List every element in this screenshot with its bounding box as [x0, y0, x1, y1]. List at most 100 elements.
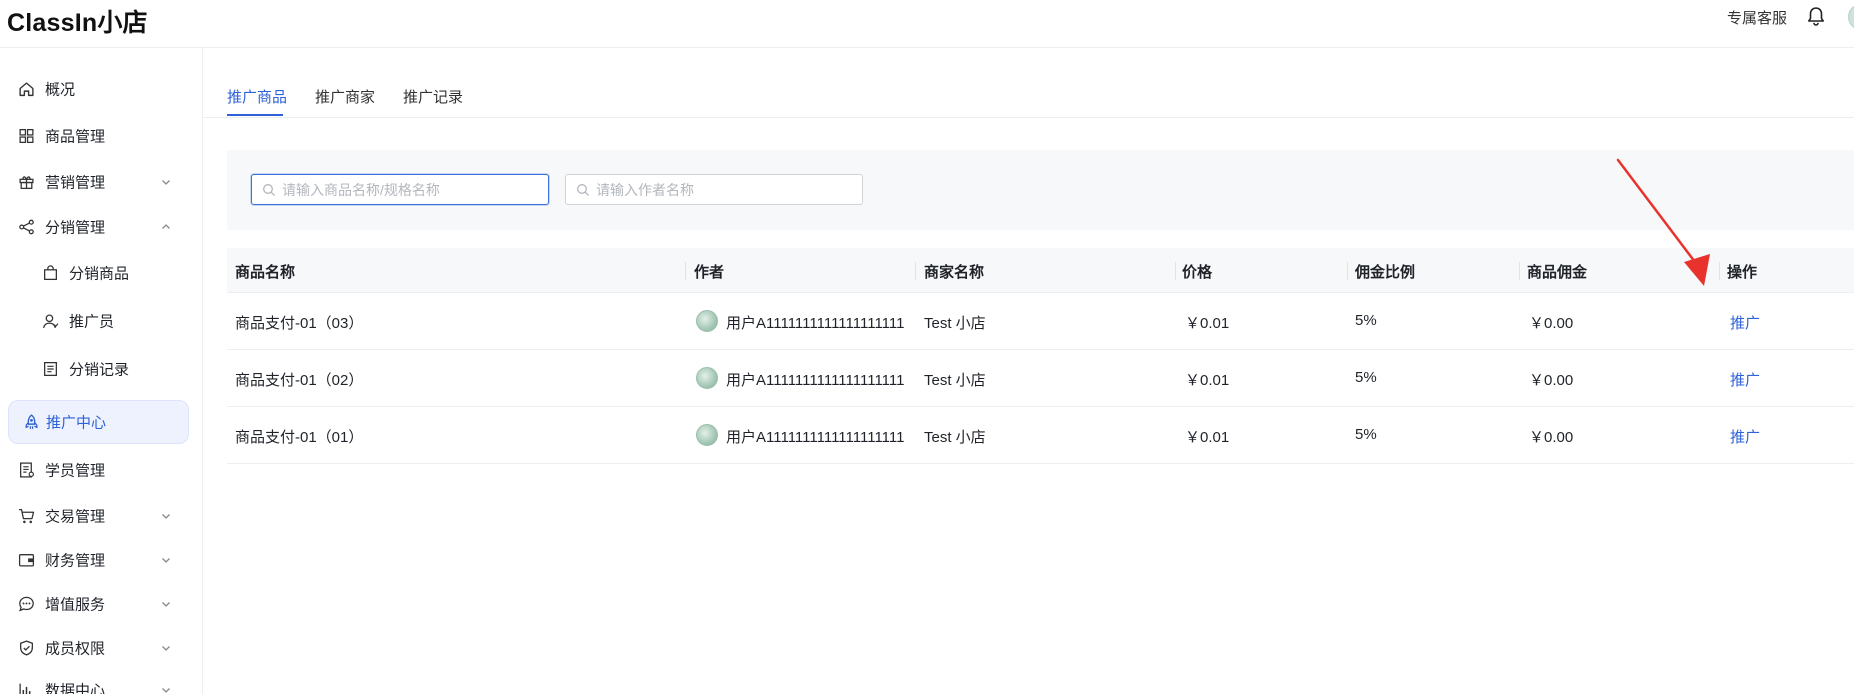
table-row: 商品支付-01（02） 用户A1111111111111111111 Test …: [227, 350, 1854, 407]
cart-icon: [19, 508, 35, 524]
top-header: ClassIn小店 专属客服: [0, 0, 1854, 48]
gift-icon: [19, 176, 34, 190]
sidebar-item-member-permissions[interactable]: 成员权限: [0, 626, 190, 670]
bag-icon: [44, 265, 57, 281]
column-divider: [1519, 262, 1520, 280]
user-icon: [42, 314, 59, 329]
product-search-input[interactable]: [282, 175, 542, 204]
merchant-cell: Test 小店: [924, 372, 986, 389]
commission-cell: ￥0.00: [1529, 315, 1574, 332]
sidebar-item-distribution-records[interactable]: 分销记录: [0, 347, 190, 391]
commission-ratio-cell: 5%: [1355, 369, 1377, 386]
column-divider: [915, 262, 916, 280]
product-name-cell: 商品支付-01（01）: [235, 429, 364, 446]
column-header-merchant: 商家名称: [924, 264, 985, 281]
sidebar-item-label: 分销管理: [45, 219, 106, 237]
sidebar-item-label: 推广员: [69, 313, 115, 331]
sidebar-item-marketing[interactable]: 营销管理: [0, 160, 190, 204]
author-avatar: [696, 424, 718, 446]
column-header-product-name: 商品名称: [235, 264, 296, 281]
chevron-up-icon: [162, 224, 170, 229]
sidebar-item-transactions[interactable]: 交易管理: [0, 494, 190, 538]
chevron-down-icon: [162, 602, 170, 607]
promote-link[interactable]: 推广: [1730, 426, 1760, 447]
sidebar-item-label: 商品管理: [45, 128, 106, 146]
chart-icon: [19, 683, 31, 694]
column-header-commission: 商品佣金: [1527, 264, 1588, 281]
sidebar-item-label: 营销管理: [45, 174, 106, 192]
sidebar-item-promoters[interactable]: 推广员: [0, 299, 190, 343]
tab-promoted-products[interactable]: 推广商品: [227, 86, 287, 107]
search-icon: [577, 184, 589, 196]
sidebar-item-label: 成员权限: [45, 640, 106, 658]
tab-promoted-merchants[interactable]: 推广商家: [315, 86, 375, 107]
customer-service-link[interactable]: 专属客服: [1727, 7, 1787, 28]
chat-icon: [19, 596, 34, 612]
sidebar-item-label: 分销记录: [69, 361, 130, 379]
table-row: 商品支付-01（03） 用户A1111111111111111111 Test …: [227, 293, 1854, 350]
merchant-cell: Test 小店: [924, 315, 986, 332]
home-icon: [19, 82, 34, 97]
table-row: 商品支付-01（01） 用户A1111111111111111111 Test …: [227, 407, 1854, 464]
brand-logo-text[interactable]: ClassIn小店: [7, 3, 148, 39]
column-divider: [1347, 262, 1348, 280]
product-name-cell: 商品支付-01（02）: [235, 372, 364, 389]
merchant-cell: Test 小店: [924, 429, 986, 446]
share-icon: [19, 219, 34, 235]
author-search-box: [565, 174, 863, 205]
sidebar-item-distribution[interactable]: 分销管理: [0, 205, 190, 249]
tab-promotion-records[interactable]: 推广记录: [403, 86, 463, 107]
column-header-price: 价格: [1182, 264, 1213, 281]
sidebar-item-label: 学员管理: [45, 462, 106, 480]
promote-link[interactable]: 推广: [1730, 312, 1760, 333]
commission-ratio-cell: 5%: [1355, 426, 1377, 443]
column-header-commission-ratio: 佣金比例: [1355, 264, 1416, 281]
sidebar-item-data-center[interactable]: 数据中心: [0, 668, 190, 694]
author-search-input[interactable]: [596, 175, 856, 204]
column-divider: [1175, 262, 1176, 280]
student-icon: [20, 462, 34, 478]
sidebar-item-label: 财务管理: [45, 552, 106, 570]
sidebar-item-label: 概况: [45, 81, 76, 99]
sidebar-item-finance[interactable]: 财务管理: [0, 538, 190, 582]
avatar[interactable]: [1848, 4, 1854, 30]
price-cell: ￥0.01: [1185, 372, 1230, 389]
product-search-box: [251, 174, 549, 205]
chevron-down-icon: [162, 514, 170, 519]
chevron-down-icon: [162, 688, 170, 693]
filter-panel: [227, 150, 1854, 230]
sidebar-item-products[interactable]: 商品管理: [0, 114, 190, 158]
chevron-down-icon: [162, 646, 170, 651]
commission-cell: ￥0.00: [1529, 372, 1574, 389]
bell-icon[interactable]: [1806, 6, 1826, 28]
sidebar-item-label: 分销商品: [69, 265, 130, 283]
grid-icon: [19, 128, 34, 144]
wallet-icon: [18, 554, 35, 567]
price-cell: ￥0.01: [1185, 429, 1230, 446]
tab-bar: 推广商品 推广商家 推广记录: [203, 48, 1854, 118]
shield-icon: [20, 640, 33, 656]
author-cell: 用户A1111111111111111111: [726, 429, 905, 446]
column-header-author: 作者: [694, 264, 725, 281]
sidebar-item-promotion-center[interactable]: 推广中心: [8, 400, 189, 444]
rocket-icon: [25, 414, 38, 429]
sidebar-item-distribution-products[interactable]: 分销商品: [0, 251, 190, 295]
commission-cell: ￥0.00: [1529, 429, 1574, 446]
sidebar-item-label: 增值服务: [45, 596, 106, 614]
search-icon: [263, 184, 275, 196]
column-divider: [1719, 262, 1720, 280]
table-header: 商品名称 作者 商家名称 价格 佣金比例 商品佣金 操作: [227, 248, 1854, 293]
promote-link[interactable]: 推广: [1730, 369, 1760, 390]
sidebar: 概况 商品管理 营销管理 分销管理 分销商品 推广员 分销记录 推广中心 学员管…: [0, 48, 203, 694]
commission-ratio-cell: 5%: [1355, 312, 1377, 329]
chevron-down-icon: [162, 180, 170, 185]
sidebar-item-label: 数据中心: [45, 682, 106, 694]
active-tab-indicator: [227, 114, 283, 116]
record-icon: [44, 361, 57, 377]
sidebar-item-students[interactable]: 学员管理: [0, 448, 190, 492]
product-name-cell: 商品支付-01（03）: [235, 315, 364, 332]
sidebar-item-value-added[interactable]: 增值服务: [0, 582, 190, 626]
sidebar-item-overview[interactable]: 概况: [0, 67, 190, 111]
author-cell: 用户A1111111111111111111: [726, 315, 905, 332]
sidebar-item-label: 交易管理: [45, 508, 106, 526]
